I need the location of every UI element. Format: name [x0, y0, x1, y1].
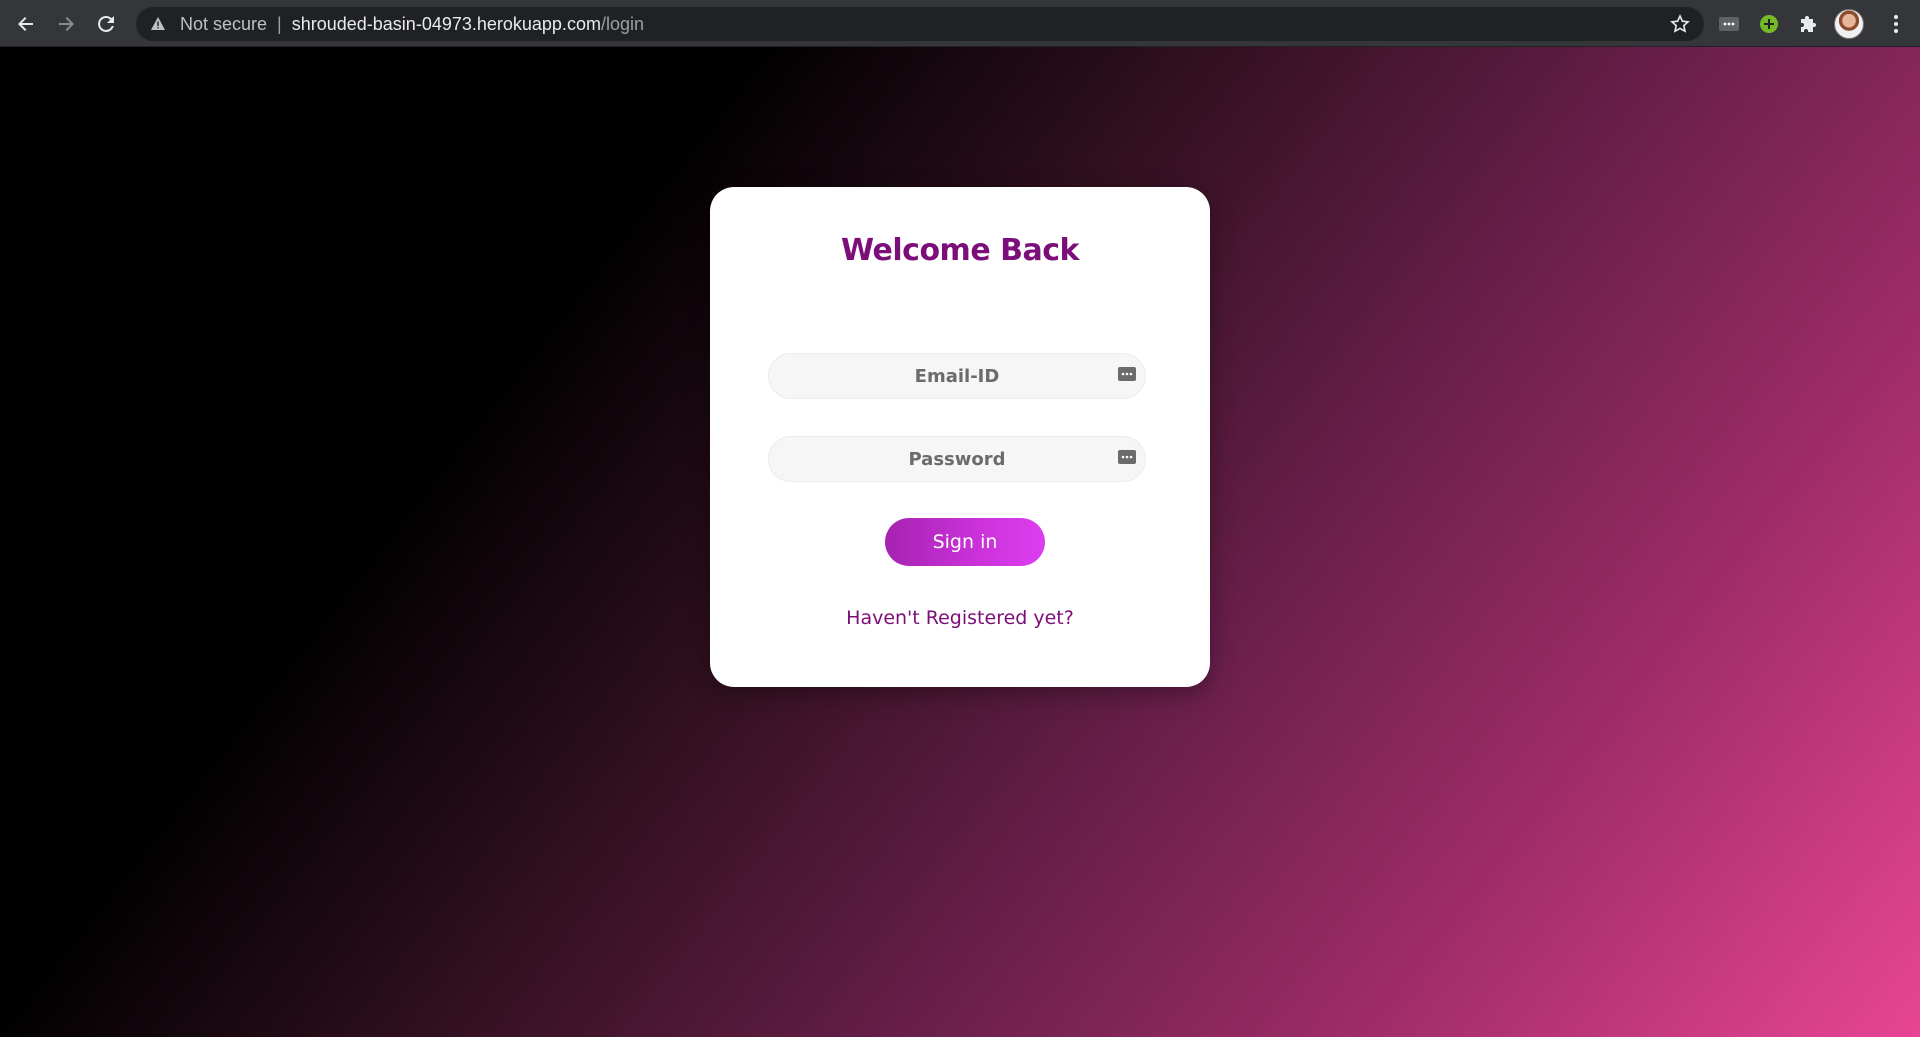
email-field-wrapper	[768, 353, 1146, 399]
reload-icon	[98, 15, 114, 32]
warning-icon	[150, 15, 168, 33]
profile-avatar-button[interactable]	[1832, 7, 1866, 41]
email-field[interactable]	[769, 354, 1145, 398]
url-path: /login	[600, 13, 644, 34]
password-field-wrapper	[768, 436, 1146, 482]
back-icon	[18, 17, 33, 31]
password-field[interactable]	[769, 437, 1145, 481]
extensions-area	[1712, 7, 1872, 41]
bookmark-star-icon[interactable]	[1670, 14, 1690, 39]
register-link[interactable]: Haven't Registered yet?	[710, 607, 1210, 629]
extension-plus-icon[interactable]	[1752, 7, 1786, 41]
reload-button[interactable]	[90, 8, 122, 40]
page-title: Welcome Back	[841, 233, 1079, 268]
menu-kebab-icon[interactable]	[1880, 8, 1912, 40]
url-separator: |	[277, 13, 282, 34]
address-bar[interactable]: Not secure | shrouded-basin-04973.heroku…	[136, 7, 1704, 41]
back-button[interactable]	[10, 8, 42, 40]
url-host: shrouded-basin-04973.herokuapp.com	[291, 13, 601, 34]
puzzle-icon[interactable]	[1792, 7, 1826, 41]
forward-button[interactable]	[50, 8, 82, 40]
security-status[interactable]: Not secure	[180, 14, 267, 35]
login-card: Welcome Back Sign in Haven't Registered …	[710, 187, 1210, 687]
forward-icon	[59, 17, 74, 31]
password-manager-icon[interactable]	[1117, 366, 1137, 382]
extension-dots-icon[interactable]	[1712, 7, 1746, 41]
password-manager-icon[interactable]	[1117, 449, 1137, 465]
browser-toolbar: Not secure | shrouded-basin-04973.heroku…	[0, 0, 1920, 47]
profile-avatar	[1834, 9, 1864, 39]
page-background: Welcome Back Sign in Haven't Registered …	[0, 47, 1920, 1037]
sign-in-button[interactable]: Sign in	[885, 518, 1045, 566]
